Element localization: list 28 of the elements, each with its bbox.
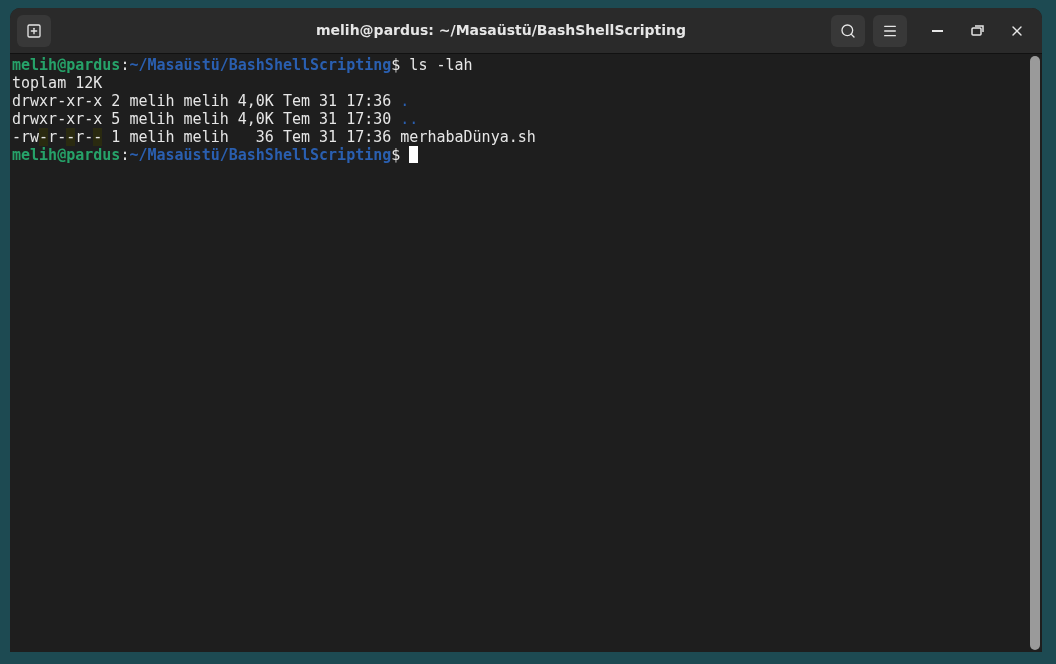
menu-button[interactable] [873,14,907,47]
terminal-text: r- [75,128,94,146]
prompt-path: ~/Masaüstü/BashShellScripting [129,56,392,74]
prompt-user: melih@pardus [12,56,121,74]
highlighted-text: - [66,128,76,146]
window-title: melih@pardus: ~/Masaüstü/BashShellScripting [315,21,686,40]
directory-name: .. [400,110,419,128]
new-tab-button[interactable] [17,14,51,47]
minimize-icon [931,29,943,32]
terminal-text: : [120,56,130,74]
highlighted-text: - [93,128,103,146]
add-tab-icon [26,22,42,39]
terminal-text: toplam 12K [12,74,103,92]
terminal-text: $ ls -lah [391,56,473,74]
terminal-text: : [120,146,130,164]
terminal-text: 1 melih melih 36 Tem 31 17:36 merhabaDünya.sh [110,128,536,146]
terminal-text: $ [391,146,402,164]
search-icon [840,22,856,39]
search-button[interactable] [831,14,865,47]
prompt-user: melih@pardus [12,146,121,164]
restore-icon [970,25,984,36]
terminal-text: -rw [12,128,40,146]
directory-name: . [400,92,410,110]
highlighted-text: - [39,128,49,146]
prompt-path: ~/Masaüstü/BashShellScripting [129,146,392,164]
terminal-text: r- [48,128,67,146]
terminal-text: drwxr-xr-x 2 melih melih 4,0K Tem 31 17:36 [12,92,393,110]
terminal-text: drwxr-xr-x 5 melih melih 4,0K Tem 31 17:30 [12,110,393,128]
